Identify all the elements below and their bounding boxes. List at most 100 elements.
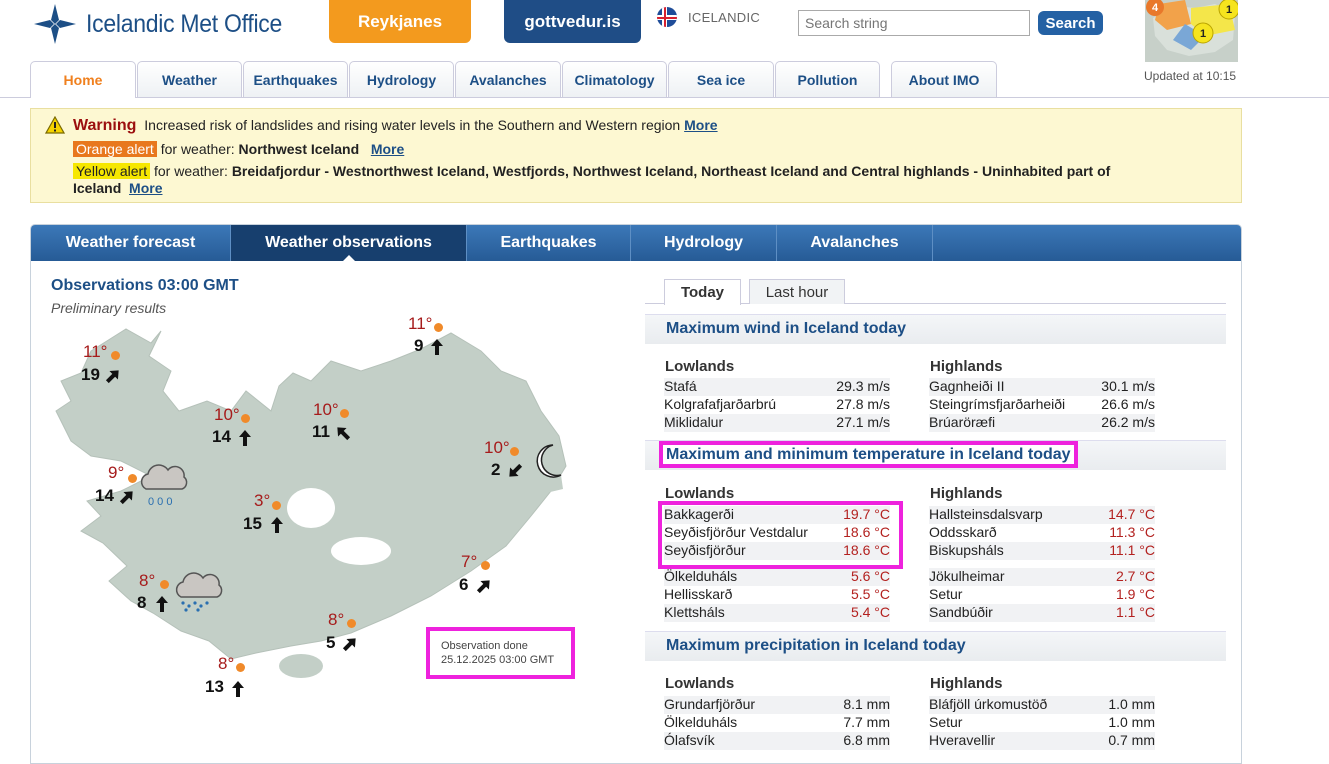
station-temp: 8° bbox=[328, 610, 345, 629]
station-name: Setur bbox=[929, 714, 963, 730]
rain-cloud-icon: 0 0 0 bbox=[140, 464, 188, 507]
warning-icon bbox=[45, 116, 65, 134]
table-row: Hallsteinsdalsvarp 14.7 °C bbox=[929, 506, 1155, 524]
station-temp: 10° bbox=[484, 438, 510, 457]
max-temp-highlight bbox=[658, 501, 903, 569]
station-wind: 14 bbox=[95, 486, 114, 505]
nav-about-imo[interactable]: About IMO bbox=[891, 61, 997, 97]
table-row: Ólafsvík 6.8 mm bbox=[664, 732, 890, 750]
search-button[interactable]: Search bbox=[1038, 11, 1103, 35]
warning-text: Increased risk of landslides and rising … bbox=[144, 117, 681, 133]
mini-map-graphic: 4 1 1 bbox=[1145, 0, 1238, 62]
table-row: Grundarfjörður 8.1 mm bbox=[664, 696, 890, 714]
station-name: Klettsháls bbox=[664, 604, 725, 620]
station-name: Sandbúðir bbox=[929, 604, 993, 620]
yellow-more-link[interactable]: More bbox=[129, 180, 162, 196]
station-value: 27.8 m/s bbox=[836, 396, 890, 412]
station-temp: 8° bbox=[139, 571, 156, 590]
tab-weather-forecast[interactable]: Weather forecast bbox=[31, 225, 231, 261]
max-wind-heading: Maximum wind in Iceland today bbox=[645, 314, 1226, 344]
table-row: Hellisskarð 5.5 °C bbox=[664, 586, 890, 604]
nav-avalanches[interactable]: Avalanches bbox=[455, 61, 561, 97]
nav-earthquakes[interactable]: Earthquakes bbox=[243, 61, 348, 97]
nav-hydrology[interactable]: Hydrology bbox=[349, 61, 454, 97]
station-value: 1.0 mm bbox=[1108, 714, 1155, 730]
main-panel: Weather forecast Weather observations Ea… bbox=[30, 224, 1242, 764]
orange-alert-for: for weather: bbox=[160, 141, 235, 157]
station-name: Oddsskarð bbox=[929, 524, 997, 540]
station-wind: 19 bbox=[81, 365, 100, 384]
station-dot[interactable] bbox=[510, 447, 519, 456]
iceland-map[interactable] bbox=[31, 261, 631, 761]
station-value: 5.4 °C bbox=[850, 604, 890, 620]
observation-done-box: Observation done 25.12.2025 03:00 GMT bbox=[426, 627, 575, 679]
nav-home[interactable]: Home bbox=[30, 61, 136, 98]
station-name: Hellisskarð bbox=[664, 586, 733, 602]
station-value: 8.1 mm bbox=[843, 696, 890, 712]
station-dot[interactable] bbox=[347, 619, 356, 628]
imo-logo[interactable]: Icelandic Met Office bbox=[32, 2, 299, 46]
station-value: 0.7 mm bbox=[1108, 732, 1155, 748]
station-dot[interactable] bbox=[481, 561, 490, 570]
search-input[interactable] bbox=[798, 10, 1030, 36]
reykjanes-button[interactable]: Reykjanes bbox=[329, 0, 471, 43]
station-value: 29.3 m/s bbox=[836, 378, 890, 394]
nav-sea-ice[interactable]: Sea ice bbox=[668, 61, 774, 97]
station-dot[interactable] bbox=[236, 663, 245, 672]
station-value: 30.1 m/s bbox=[1101, 378, 1155, 394]
wind-arrow-icon bbox=[476, 580, 490, 594]
nav-pollution[interactable]: Pollution bbox=[775, 61, 880, 97]
tab-earthquakes[interactable]: Earthquakes bbox=[467, 225, 631, 261]
station-value: 27.1 m/s bbox=[836, 414, 890, 430]
gottvedur-button[interactable]: gottvedur.is bbox=[504, 0, 641, 43]
station-temp: 11° bbox=[83, 342, 108, 361]
wind-arrow-icon bbox=[431, 339, 443, 355]
tab-last-hour[interactable]: Last hour bbox=[749, 279, 845, 304]
station-value: 26.2 m/s bbox=[1101, 414, 1155, 430]
station-temp: 9° bbox=[108, 463, 125, 482]
station-value: 2.7 °C bbox=[1115, 568, 1155, 584]
nav-weather[interactable]: Weather bbox=[137, 61, 242, 97]
station-value: 7.7 mm bbox=[843, 714, 890, 730]
station-dot[interactable] bbox=[160, 580, 169, 589]
station-name: Steingrímsfjarðarheiði bbox=[929, 396, 1066, 412]
yellow-alert-region-cont: Iceland bbox=[73, 180, 122, 196]
station-dot[interactable] bbox=[241, 414, 250, 423]
table-row: Hveravellir 0.7 mm bbox=[929, 732, 1155, 750]
table-row: Ölkelduháls 5.6 °C bbox=[664, 568, 890, 586]
warning-more-link[interactable]: More bbox=[684, 117, 717, 133]
station-dot[interactable] bbox=[434, 323, 443, 332]
wind-arrow-icon bbox=[342, 638, 356, 652]
tab-avalanches[interactable]: Avalanches bbox=[777, 225, 933, 261]
station-dot[interactable] bbox=[340, 409, 349, 418]
precip-lowlands-heading: Lowlands bbox=[665, 675, 735, 692]
station-name: Hveravellir bbox=[929, 732, 996, 748]
table-row: Jökulheimar 2.7 °C bbox=[929, 568, 1155, 586]
tab-hydrology[interactable]: Hydrology bbox=[631, 225, 777, 261]
orange-alert-region: Northwest Iceland bbox=[238, 141, 360, 157]
tab-weather-observations[interactable]: Weather observations bbox=[231, 225, 467, 262]
station-temp: 10° bbox=[313, 400, 339, 419]
station-name: Ölkelduháls bbox=[664, 714, 738, 730]
station-name: Hallsteinsdalsvarp bbox=[929, 506, 1043, 522]
station-wind: 15 bbox=[243, 514, 262, 533]
moon-icon bbox=[536, 444, 562, 478]
tab-today[interactable]: Today bbox=[664, 279, 741, 305]
yellow-alert-for: for weather: bbox=[153, 163, 228, 179]
station-wind: 2 bbox=[491, 460, 501, 479]
language-switch[interactable]: ICELANDIC bbox=[657, 7, 760, 27]
station-value: 1.0 mm bbox=[1108, 696, 1155, 712]
station-dot[interactable] bbox=[272, 501, 281, 510]
orange-more-link[interactable]: More bbox=[371, 141, 404, 157]
nav-climatology[interactable]: Climatology bbox=[562, 61, 667, 97]
station-name: Grundarfjörður bbox=[664, 696, 756, 712]
station-value: 26.6 m/s bbox=[1101, 396, 1155, 412]
temp-heading: Maximum and minimum temperature in Icela… bbox=[645, 440, 1226, 470]
observation-done-label: Observation done bbox=[441, 640, 528, 652]
warnings-mini-map[interactable]: 4 1 1 bbox=[1145, 0, 1238, 62]
wind-arrow-icon bbox=[239, 430, 251, 446]
station-value: 11.1 °C bbox=[1109, 542, 1155, 558]
mini-map-badge: 4 bbox=[1152, 2, 1159, 14]
table-row: Bláfjöll úrkomustöð 1.0 mm bbox=[929, 696, 1155, 714]
station-dot[interactable] bbox=[111, 351, 120, 360]
